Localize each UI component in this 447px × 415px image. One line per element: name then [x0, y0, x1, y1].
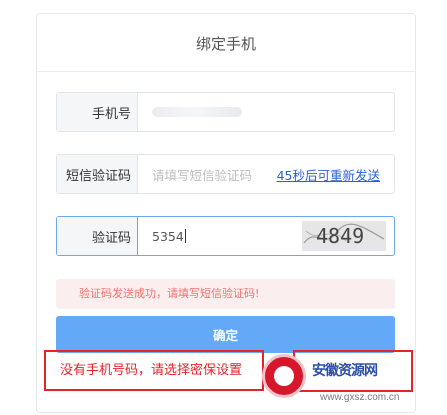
phone-label: 手机号: [57, 93, 138, 131]
phone-value-redacted: [152, 107, 242, 117]
phone-row: 手机号: [56, 92, 395, 132]
watermark-brand: 安徽资源网: [312, 363, 378, 379]
captcha-input[interactable]: 5354 4849: [138, 217, 394, 255]
sms-code-placeholder: 请填写短信验证码: [152, 167, 253, 183]
sms-sent-alert: 验证码发送成功，请填写短信验证码!: [56, 279, 395, 309]
confirm-button[interactable]: 确定: [56, 316, 395, 353]
captcha-image-graphic: 4849: [302, 221, 386, 251]
sms-code-label: 短信验证码: [57, 155, 138, 193]
captcha-label: 验证码: [57, 217, 138, 255]
resend-sms-link[interactable]: 45秒后可重新发送: [277, 165, 380, 184]
watermark-logo-icon: [262, 354, 306, 398]
captcha-image[interactable]: 4849: [302, 221, 386, 251]
watermark-url: www.gxsz.com.cn: [320, 392, 400, 403]
captcha-value: 5354: [152, 228, 184, 244]
dialog-title: 绑定手机: [37, 14, 415, 72]
captcha-row: 验证码 5354 4849: [56, 216, 395, 256]
text-caret: [184, 229, 186, 243]
sms-code-row: 短信验证码 请填写短信验证码 45秒后可重新发送: [56, 154, 395, 194]
phone-input[interactable]: [138, 93, 394, 131]
captcha-image-text: 4849: [316, 224, 364, 248]
sms-code-input[interactable]: 请填写短信验证码 45秒后可重新发送: [138, 155, 394, 193]
no-phone-security-link[interactable]: 没有手机号码，请选择密保设置: [44, 350, 264, 391]
